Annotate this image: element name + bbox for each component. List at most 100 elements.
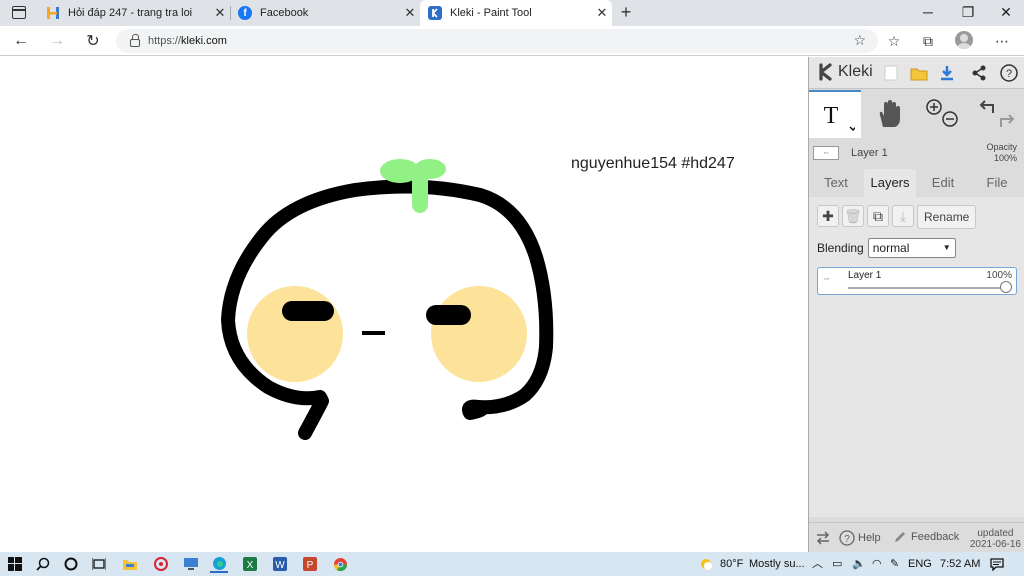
drawing-canvas[interactable]: nguyenhue154 #hd247 (0, 57, 808, 552)
plus-icon: ✚ (822, 207, 834, 224)
layer-item-name: Layer 1 (848, 270, 882, 281)
notifications-icon[interactable] (990, 552, 1004, 576)
favorites-icon[interactable]: ☆ (884, 32, 904, 52)
add-favorite-icon[interactable]: ☆ (853, 32, 866, 49)
tray-chevron-icon[interactable]: ︿ (812, 552, 823, 576)
tool-row: T (809, 90, 1024, 138)
task-view-icon[interactable] (90, 555, 108, 573)
hand-tool-button[interactable] (867, 90, 911, 138)
language-indicator[interactable]: ENG (908, 552, 932, 576)
windows-start-icon[interactable] (6, 555, 24, 573)
undo-redo-button[interactable] (973, 90, 1021, 138)
more-menu-icon[interactable]: ⋯ (992, 32, 1012, 52)
panel-header: Kleki ? (809, 57, 1024, 89)
layer-opacity-slider-knob[interactable] (1000, 281, 1012, 293)
feedback-label: Feedback (911, 531, 960, 543)
download-icon[interactable] (937, 63, 957, 83)
share-icon[interactable] (969, 63, 989, 83)
sprout-leaf-left (380, 159, 420, 183)
tab-edit[interactable]: Edit (921, 169, 965, 197)
tab-actions-icon[interactable] (12, 6, 26, 19)
restore-icon[interactable]: ❐ (950, 2, 986, 22)
close-tab-icon[interactable]: ✕ (592, 5, 612, 21)
refresh-icon[interactable]: ↻ (82, 30, 104, 52)
tab-text[interactable]: Text (815, 169, 857, 197)
open-folder-icon[interactable] (909, 63, 929, 83)
kleki-logo[interactable]: Kleki (817, 63, 873, 81)
rename-button[interactable]: Rename (917, 205, 977, 229)
canvas-drawing (221, 159, 554, 440)
signature-text: nguyenhue154 #hd247 (571, 155, 735, 172)
layer-thumbnail: ◦◦ (813, 146, 839, 160)
search-icon[interactable] (34, 555, 52, 573)
back-arrow-icon[interactable]: ← (10, 30, 32, 52)
help-button[interactable]: ? Help (839, 530, 881, 546)
minimize-icon[interactable]: ─ (910, 2, 946, 22)
panel-tabs: Text Layers Edit File (809, 169, 1024, 197)
right-cheek (431, 286, 527, 382)
merge-down-icon: ⤓ (899, 207, 907, 224)
close-tab-icon[interactable]: ✕ (210, 5, 230, 21)
facebook-favicon-icon: f (238, 6, 252, 20)
lock-icon (130, 34, 140, 47)
file-explorer-icon[interactable] (121, 555, 139, 573)
layer-opacity-slider-track[interactable] (848, 287, 1008, 289)
layer-list-item[interactable]: ◦◦ Layer 1 100% (817, 267, 1017, 295)
desktop-app-icon[interactable] (182, 555, 200, 573)
duplicate-layer-button[interactable]: ⧉ (867, 205, 889, 227)
kleki-side-panel: Kleki ? T ◦◦ Layer 1 Opacity 100% Text L… (808, 57, 1024, 552)
windows-taskbar: X W P 80°F Mostly su... ︿ ▭ 🔈 ◠ ✎ ENG 7:… (0, 552, 1024, 576)
tab-facebook[interactable]: f Facebook ✕ (230, 0, 420, 26)
wifi-icon[interactable]: ◠ (872, 552, 882, 576)
tab-file[interactable]: File (975, 169, 1019, 197)
updated-info: updated 2021-06-16 (969, 528, 1021, 550)
hoidap-favicon-icon (46, 6, 60, 20)
svg-text:X: X (247, 560, 254, 571)
weather-desc[interactable]: Mostly su... (749, 552, 805, 576)
profile-avatar[interactable] (955, 31, 973, 49)
battery-icon[interactable]: ▭ (832, 552, 842, 576)
clock-time[interactable]: 7:52 AM (940, 552, 980, 576)
add-layer-button[interactable]: ✚ (817, 205, 839, 227)
volume-icon[interactable]: 🔈 (852, 552, 866, 576)
zoom-tool-button[interactable] (919, 90, 965, 138)
new-image-icon[interactable] (881, 63, 901, 83)
feedback-button[interactable]: Feedback (893, 530, 959, 544)
word-icon[interactable]: W (271, 555, 289, 573)
help-circle-icon[interactable]: ? (999, 63, 1019, 83)
pen-input-icon[interactable]: ✎ (890, 552, 899, 576)
collections-icon[interactable]: ⧉ (918, 32, 938, 52)
tab-hoidap[interactable]: Hỏi đáp 247 - trang tra loi ✕ (38, 0, 230, 26)
cortana-icon[interactable] (62, 555, 80, 573)
blending-select[interactable]: normal (867, 238, 956, 258)
excel-icon[interactable]: X (241, 555, 259, 573)
tab-kleki[interactable]: Kleki - Paint Tool ✕ (420, 0, 612, 26)
delete-layer-button[interactable]: 🗑 (842, 205, 864, 227)
app-red-icon[interactable] (152, 555, 170, 573)
merge-layer-button[interactable]: ⤓ (892, 205, 914, 227)
kleki-logo-text: Kleki (838, 63, 873, 80)
svg-text:W: W (275, 560, 285, 571)
address-bar[interactable]: https://kleki.com ☆ (116, 29, 878, 53)
pencil-icon (895, 532, 905, 542)
tab-title: Facebook (260, 7, 309, 19)
current-layer-name: Layer 1 (851, 147, 888, 159)
forward-arrow-icon[interactable]: → (46, 30, 68, 52)
powerpoint-icon[interactable]: P (301, 555, 319, 573)
chrome-icon[interactable] (331, 555, 349, 573)
help-label: Help (858, 532, 881, 544)
edge-browser-icon[interactable] (210, 555, 228, 573)
tab-layers[interactable]: Layers (864, 169, 916, 197)
svg-text:?: ? (1006, 68, 1012, 80)
current-layer-bar[interactable]: ◦◦ Layer 1 Opacity 100% (809, 140, 1024, 166)
tab-title: Hỏi đáp 247 - trang tra loi (68, 7, 193, 19)
close-window-icon[interactable]: ✕ (988, 2, 1024, 22)
trash-icon: 🗑 (844, 207, 862, 224)
weather-icon[interactable] (697, 555, 715, 573)
zoom-in-out-icon (926, 99, 958, 127)
text-tool-button[interactable]: T (809, 90, 861, 138)
close-tab-icon[interactable]: ✕ (400, 5, 420, 21)
swap-icon[interactable] (815, 530, 831, 546)
new-tab-icon[interactable]: + (616, 2, 636, 23)
kleki-favicon-icon (428, 6, 442, 20)
